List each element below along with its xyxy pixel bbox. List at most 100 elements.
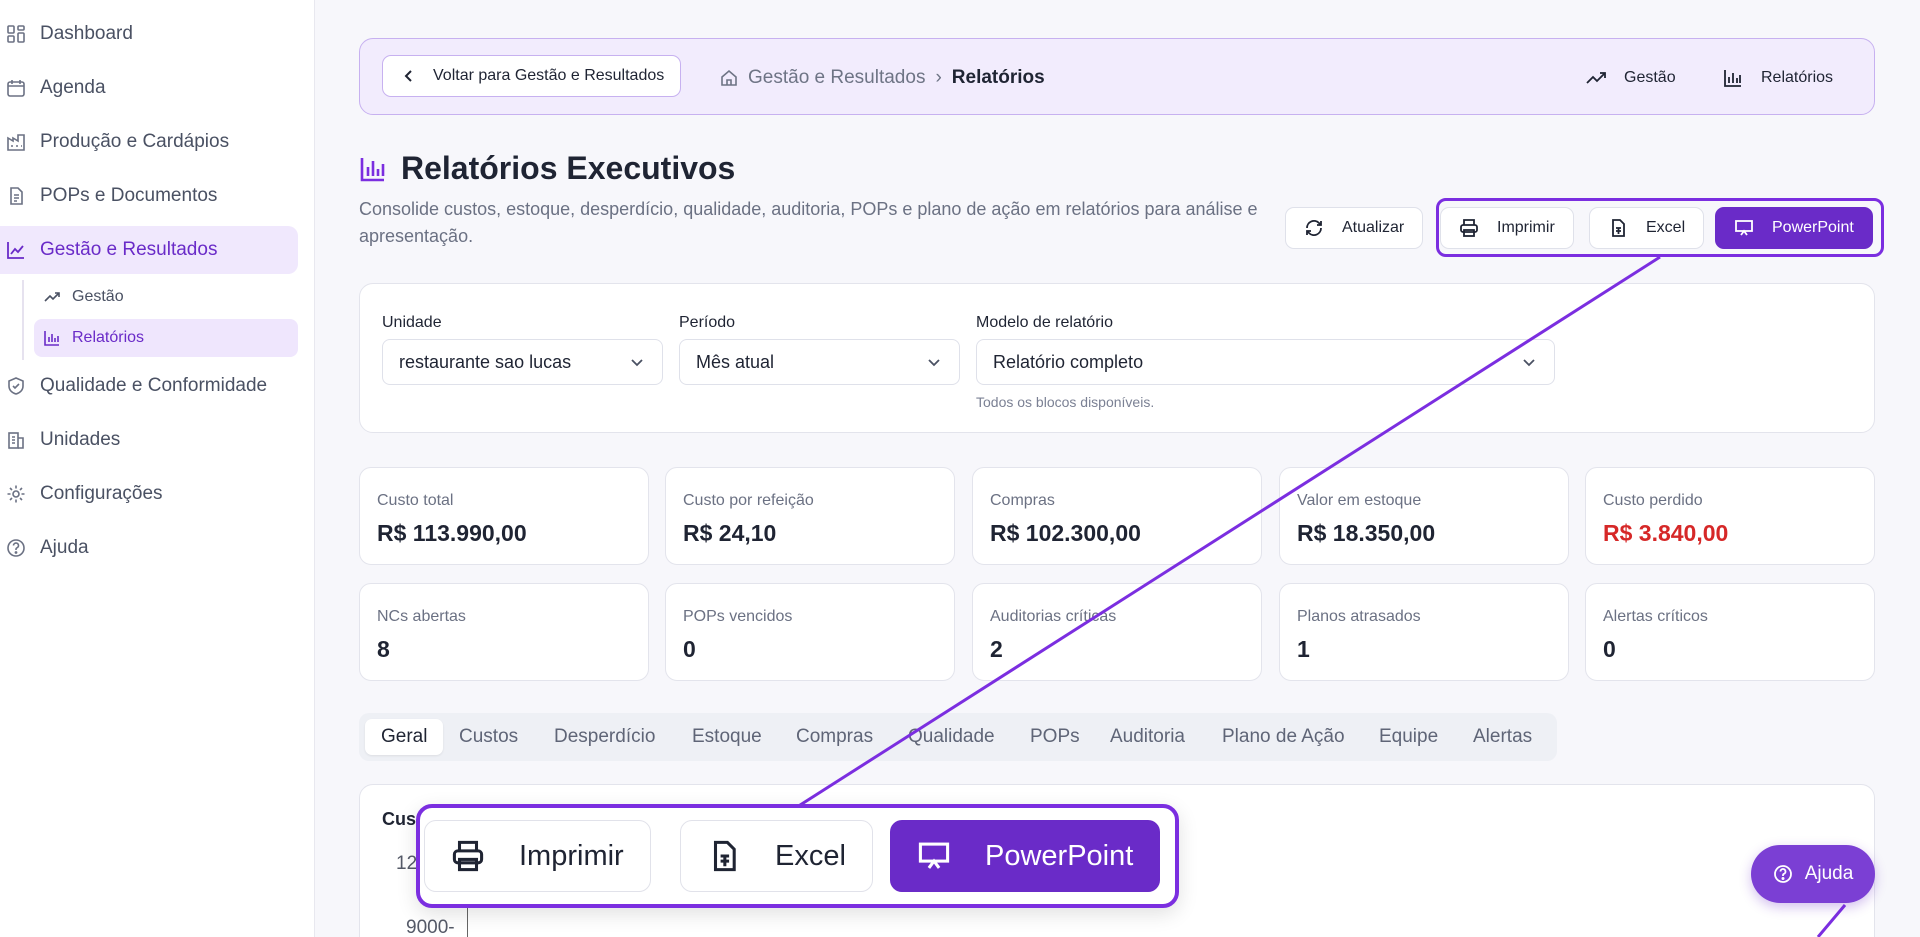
page-subtitle: Consolide custos, estoque, desperdício, … [359,199,1258,246]
kpi-label: Custo total [377,492,454,509]
model-select[interactable]: Relatório completo [976,339,1555,385]
kpi-value-danger: R$ 3.840,00 [1603,520,1729,546]
calendar-icon [7,80,25,97]
sidebar-subitem-gestao[interactable]: Gestão [34,278,298,316]
sidebar-item-label: Agenda [40,77,106,98]
sidebar-item-qualidade[interactable]: Qualidade e Conformidade [0,362,298,410]
sidebar-item-ajuda[interactable]: Ajuda [0,524,298,572]
help-button-label: Ajuda [1804,863,1854,884]
powerpoint-button[interactable]: PowerPoint [1715,207,1873,249]
header-link-label: Relatórios [1761,68,1834,86]
sidebar-subitem-relatorios[interactable]: Relatórios [34,319,298,357]
gear-icon [7,485,25,503]
sidebar-item-unidades[interactable]: Unidades [0,416,298,464]
bar-chart-icon [1724,69,1741,87]
kpi-value: R$ 102.300,00 [990,520,1141,546]
filters-card: Unidade restaurante sao lucas Período Mê… [359,283,1875,433]
sidebar: Dashboard Agenda Produção e Cardápios PO… [0,0,315,937]
sidebar-item-configuracoes[interactable]: Configurações [0,470,298,518]
sidebar-item-label: Qualidade e Conformidade [40,375,268,396]
page-title: Relatórios Executivos [401,150,736,186]
page-title-row: Relatórios Executivos [359,150,735,187]
header-link-relatorios[interactable]: Relatórios [1723,39,1833,116]
building-icon [8,432,24,449]
tab-alertas[interactable]: Alertas [1473,719,1532,755]
tab-desperdicio[interactable]: Desperdício [554,719,655,755]
excel-button-zoomed[interactable]: Excel [680,820,873,892]
help-circle-icon [1773,865,1792,883]
kpi-value: R$ 113.990,00 [377,520,527,546]
sidebar-item-gestao-resultados[interactable]: Gestão e Resultados [0,226,298,274]
print-button-zoomed[interactable]: Imprimir [424,820,651,892]
y-tick: 9000- [406,917,455,937]
kpi-card: Planos atrasados 1 [1279,583,1569,681]
tab-compras[interactable]: Compras [796,719,873,755]
kpi-label: POPs vencidos [683,608,793,625]
spreadsheet-icon [1612,219,1625,237]
breadcrumb: Gestão e Resultados › Relatórios [720,39,1045,116]
refresh-icon [1306,220,1322,236]
tab-qualidade[interactable]: Qualidade [908,719,995,755]
chevron-down-icon [631,359,643,367]
kpi-card: Custo por refeição R$ 24,10 [665,467,955,565]
printer-icon [1460,219,1478,237]
tab-geral[interactable]: Geral [365,719,444,755]
tab-pops[interactable]: POPs [1030,719,1080,755]
kpi-card: Custo total R$ 113.990,00 [359,467,649,565]
sidebar-item-pops[interactable]: POPs e Documentos [0,172,298,220]
bar-chart-icon [44,331,59,346]
kpi-value: 0 [683,636,696,662]
kpi-card: Compras R$ 102.300,00 [972,467,1262,565]
chevron-down-icon [1523,359,1535,367]
model-hint: Todos os blocos disponíveis. [976,394,1155,410]
sidebar-item-label: POPs e Documentos [40,185,218,206]
sidebar-item-label: Produção e Cardápios [40,131,230,152]
unit-select-value: restaurante sao lucas [399,351,572,372]
powerpoint-button-label: PowerPoint [1772,219,1854,236]
kpi-card: POPs vencidos 0 [665,583,955,681]
tab-auditoria[interactable]: Auditoria [1110,719,1185,755]
tab-plano-de-acao[interactable]: Plano de Ação [1222,719,1345,755]
kpi-label: Valor em estoque [1297,492,1422,509]
kpi-label: Alertas críticos [1603,608,1708,625]
kpi-card: Auditorias críticas 2 [972,583,1262,681]
bar-chart-icon [360,157,385,181]
kpi-card: NCs abertas 8 [359,583,649,681]
sidebar-item-agenda[interactable]: Agenda [0,64,298,112]
sidebar-item-dashboard[interactable]: Dashboard [0,10,298,58]
excel-button-label: Excel [1646,219,1686,236]
header-link-label: Gestão [1624,68,1676,86]
print-button[interactable]: Imprimir [1440,207,1574,249]
kpi-value: R$ 24,10 [683,520,777,546]
refresh-button[interactable]: Atualizar [1285,207,1424,249]
kpi-value: 1 [1297,636,1310,662]
header-link-gestao[interactable]: Gestão [1586,39,1676,116]
kpi-value: 8 [377,636,390,662]
kpi-label: NCs abertas [377,608,466,625]
excel-button[interactable]: Excel [1589,207,1705,249]
powerpoint-button-zoomed[interactable]: PowerPoint [890,820,1161,892]
model-label: Modelo de relatório [976,314,1113,331]
print-button-label: Imprimir [519,839,624,872]
back-button-label: Voltar para Gestão e Resultados [433,67,665,84]
tab-custos[interactable]: Custos [459,719,518,755]
tab-equipe[interactable]: Equipe [1379,719,1438,755]
period-label: Período [679,314,736,331]
sidebar-item-producao[interactable]: Produção e Cardápios [0,118,298,166]
back-button[interactable]: Voltar para Gestão e Resultados [382,55,682,97]
excel-button-label: Excel [775,839,846,872]
model-select-value: Relatório completo [993,351,1144,372]
help-floating-button[interactable]: Ajuda [1751,845,1875,903]
kpi-label: Planos atrasados [1297,608,1421,625]
chevron-down-icon [928,359,940,367]
submenu-guide [22,280,24,360]
printer-icon [452,840,484,872]
unit-select[interactable]: restaurante sao lucas [382,339,663,385]
kpi-value: 2 [990,636,1003,662]
period-select[interactable]: Mês atual [679,339,960,385]
breadcrumb-parent[interactable]: Gestão e Resultados [748,67,925,89]
kpi-value: 0 [1603,636,1616,662]
presentation-icon [1735,220,1753,236]
grid-icon [7,25,25,43]
tab-estoque[interactable]: Estoque [692,719,762,755]
